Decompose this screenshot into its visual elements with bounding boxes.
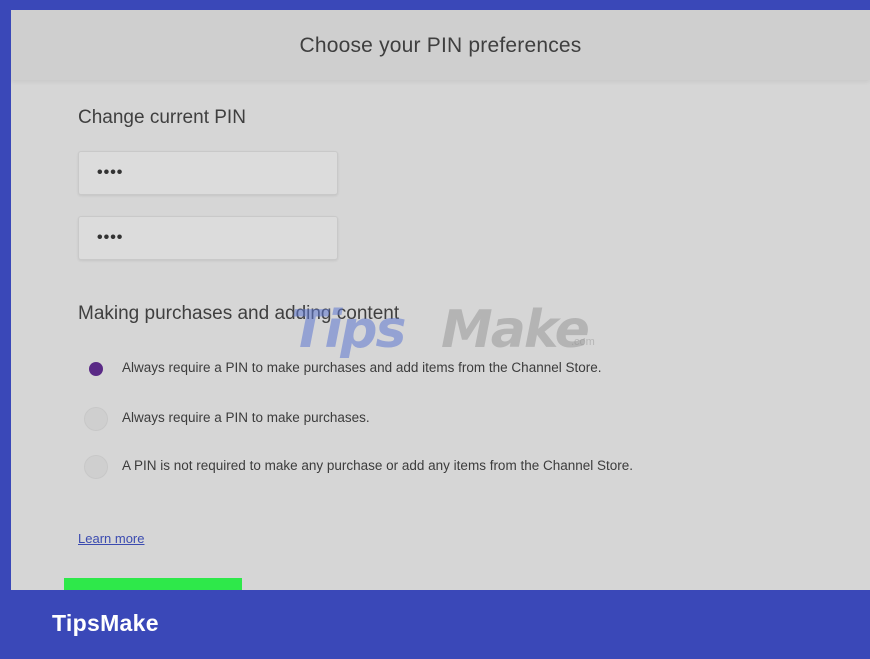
watermark-com-text: .com — [571, 336, 595, 348]
option-label: A PIN is not required to make any purcha… — [122, 458, 634, 473]
new-pin-value: •••• — [97, 229, 124, 246]
header-bar: Choose your PIN preferences — [11, 10, 870, 80]
new-pin-field[interactable]: •••• — [78, 216, 338, 260]
change-pin-heading: Change current PIN — [78, 107, 246, 128]
option-label: Always require a PIN to make purchases. — [122, 410, 370, 425]
footer-bar: TipsMake — [0, 590, 870, 659]
top-frame-bar — [0, 0, 870, 10]
pin-preferences-panel: Choose your PIN preferences Change curre… — [11, 10, 870, 590]
current-pin-field[interactable]: •••• — [78, 151, 338, 195]
learn-more-link[interactable]: Learn more — [78, 531, 144, 546]
option-always-require-pin-all[interactable]: Always require a PIN to make purchases a… — [84, 357, 784, 381]
watermark-make-text: Make — [441, 300, 590, 360]
save-button[interactable] — [64, 578, 242, 590]
current-pin-value: •••• — [97, 164, 124, 181]
purchases-heading: Making purchases and adding content — [78, 303, 400, 324]
option-label: Always require a PIN to make purchases a… — [122, 360, 602, 375]
footer-brand-logo: TipsMake — [52, 610, 159, 636]
radio-selected-icon[interactable] — [84, 357, 108, 381]
left-frame-bar — [0, 0, 11, 590]
radio-unselected-icon[interactable] — [84, 455, 108, 479]
radio-unselected-icon[interactable] — [84, 407, 108, 431]
option-no-pin-required[interactable]: A PIN is not required to make any purcha… — [84, 455, 784, 479]
option-require-pin-purchases[interactable]: Always require a PIN to make purchases. — [84, 407, 784, 431]
page-title: Choose your PIN preferences — [299, 34, 582, 57]
